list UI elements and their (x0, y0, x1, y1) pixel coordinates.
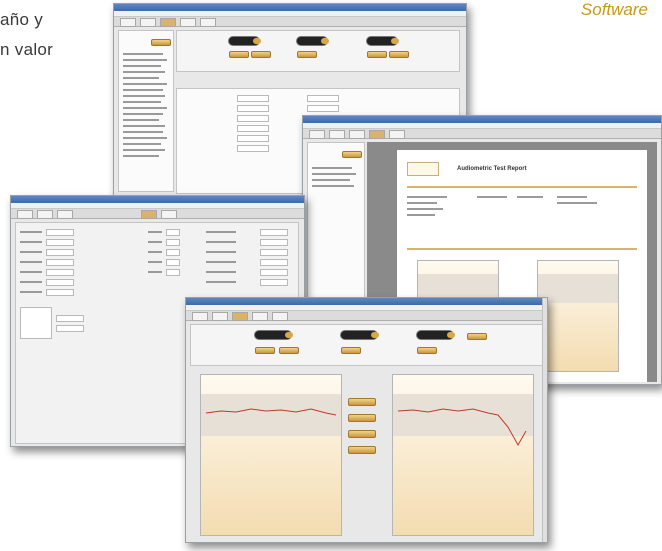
tab-active[interactable] (232, 312, 248, 321)
center-level-display (297, 37, 329, 45)
tab[interactable] (309, 130, 325, 139)
form-field[interactable] (307, 105, 339, 112)
tab[interactable] (212, 312, 228, 321)
control-button[interactable] (467, 333, 487, 340)
audiogram-left-ear (392, 374, 534, 536)
tab[interactable] (349, 130, 365, 139)
tab[interactable] (120, 18, 136, 27)
settings-field[interactable] (56, 325, 84, 332)
tab-active[interactable] (369, 130, 385, 139)
control-button[interactable] (229, 51, 249, 58)
form-field[interactable] (237, 135, 269, 142)
settings-field[interactable] (46, 229, 74, 236)
settings-field[interactable] (46, 279, 74, 286)
settings-field[interactable] (46, 259, 74, 266)
search-button[interactable] (342, 151, 362, 158)
tab[interactable] (140, 18, 156, 27)
window-tabs (11, 209, 304, 219)
test-button[interactable] (348, 398, 376, 406)
brand-software-label: Software (580, 0, 648, 19)
tab-active[interactable] (141, 210, 157, 219)
report-audiogram-right (537, 260, 619, 372)
settings-field[interactable] (260, 229, 288, 236)
window-titlebar (186, 298, 547, 305)
test-button[interactable] (348, 430, 376, 438)
report-logo (407, 162, 439, 176)
device-controls (190, 324, 544, 366)
settings-field[interactable] (260, 239, 288, 246)
window-tabs (114, 17, 466, 27)
search-button[interactable] (151, 39, 171, 46)
intro-text-line-2: n valor (0, 40, 54, 59)
audiogram-left-trace (397, 408, 527, 447)
settings-field[interactable] (166, 269, 180, 276)
control-button[interactable] (255, 347, 275, 354)
control-button[interactable] (389, 51, 409, 58)
settings-field[interactable] (260, 269, 288, 276)
form-field[interactable] (237, 145, 269, 152)
tab[interactable] (37, 210, 53, 219)
intro-text-line-1: año y (0, 10, 44, 29)
settings-field[interactable] (46, 239, 74, 246)
window-titlebar (11, 196, 304, 203)
settings-field[interactable] (260, 279, 288, 286)
control-button[interactable] (251, 51, 271, 58)
form-field[interactable] (307, 95, 339, 102)
test-button[interactable] (348, 414, 376, 422)
control-button[interactable] (279, 347, 299, 354)
control-button[interactable] (367, 51, 387, 58)
patient-list[interactable] (118, 30, 174, 192)
settings-field[interactable] (166, 249, 180, 256)
test-button[interactable] (348, 446, 376, 454)
control-button[interactable] (297, 51, 317, 58)
settings-field[interactable] (166, 229, 180, 236)
window-titlebar (303, 116, 661, 123)
window-titlebar (114, 4, 466, 11)
settings-field[interactable] (166, 239, 180, 246)
tab[interactable] (200, 18, 216, 27)
audiogram-right-trace (205, 408, 337, 416)
right-level-display (417, 331, 455, 339)
settings-field[interactable] (260, 259, 288, 266)
tab[interactable] (57, 210, 73, 219)
settings-field[interactable] (56, 315, 84, 322)
window-tabs (303, 129, 661, 139)
form-field[interactable] (237, 105, 269, 112)
tab[interactable] (329, 130, 345, 139)
right-level-display (367, 37, 399, 45)
settings-list[interactable] (20, 307, 52, 339)
tab[interactable] (180, 18, 196, 27)
screen-audiogram (185, 297, 548, 543)
form-field[interactable] (237, 95, 269, 102)
center-level-display (341, 331, 379, 339)
left-level-display (255, 331, 293, 339)
settings-field[interactable] (46, 249, 74, 256)
tab[interactable] (192, 312, 208, 321)
settings-field[interactable] (260, 249, 288, 256)
left-level-display (229, 37, 261, 45)
tab[interactable] (389, 130, 405, 139)
tab[interactable] (272, 312, 288, 321)
report-title: Audiometric Test Report (457, 166, 527, 172)
window-tabs (186, 311, 547, 321)
tab[interactable] (252, 312, 268, 321)
tab-active[interactable] (160, 18, 176, 27)
vertical-scrollbar[interactable] (542, 298, 547, 542)
settings-field[interactable] (166, 259, 180, 266)
settings-field[interactable] (46, 269, 74, 276)
audiogram-right-ear (200, 374, 342, 536)
form-field[interactable] (237, 125, 269, 132)
control-button[interactable] (341, 347, 361, 354)
device-controls (176, 30, 460, 72)
form-field[interactable] (237, 115, 269, 122)
audiogram-center-buttons (342, 394, 382, 474)
settings-field[interactable] (46, 289, 74, 296)
control-button[interactable] (417, 347, 437, 354)
tab[interactable] (161, 210, 177, 219)
tab[interactable] (17, 210, 33, 219)
